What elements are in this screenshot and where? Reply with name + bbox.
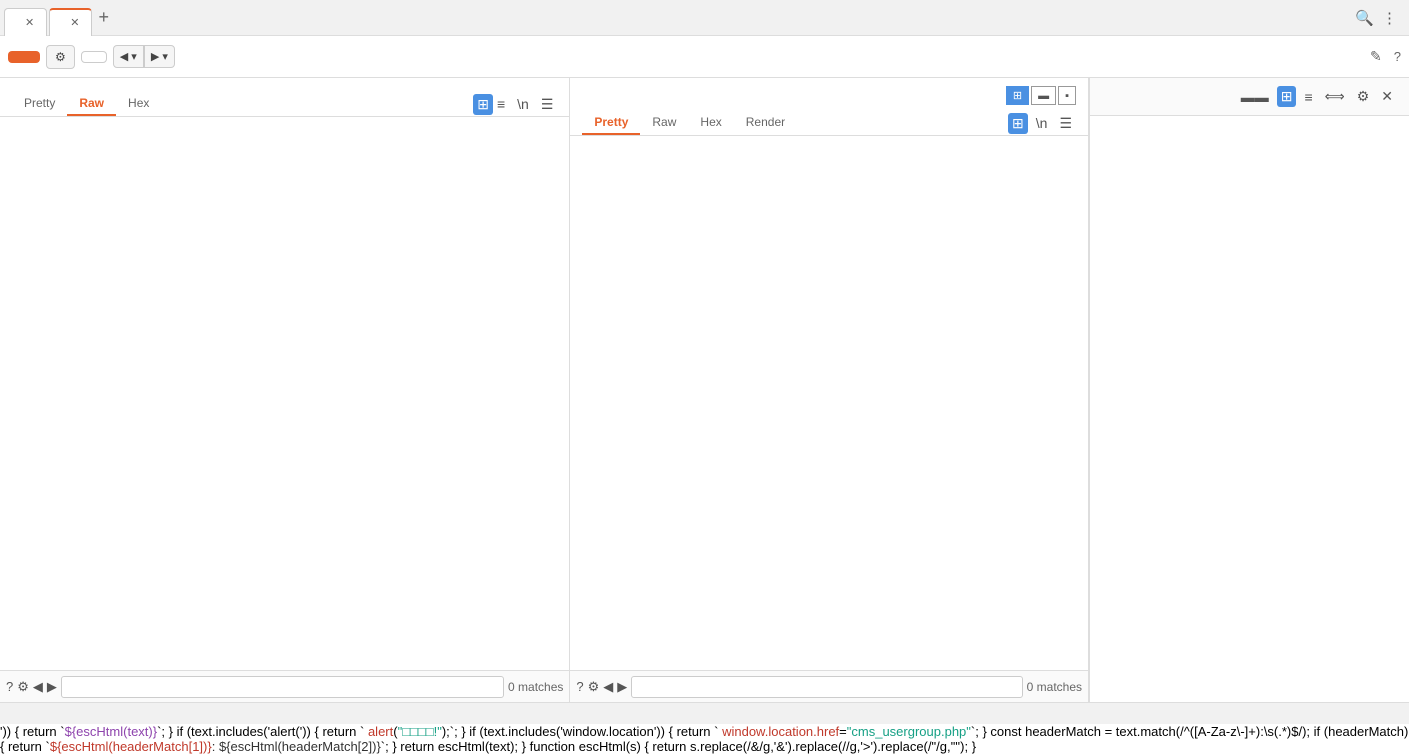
request-tab-pretty[interactable]: Pretty [12, 92, 67, 116]
cancel-button[interactable] [81, 51, 107, 63]
tab-2[interactable]: ✕ [49, 8, 92, 36]
edit-target-icon[interactable]: ✎ [1370, 48, 1382, 65]
request-panel: Pretty Raw Hex ⊞ ≡ \n ☰ ? ⚙ ◀ ▶ 0 matche… [0, 78, 570, 702]
inspector-header: ▬▬ ⊞ ≡ ⟺ ⚙ ✕ [1090, 78, 1409, 116]
response-view-toggle[interactable]: ⊞ [1008, 113, 1028, 134]
response-code-area[interactable] [570, 136, 1088, 670]
response-panel: ⊞ ▬ ▪ Pretty Raw Hex Render ⊞ \n ☰ ? ⚙ [570, 78, 1089, 702]
inspector-sort[interactable]: ≡ [1300, 86, 1316, 107]
menu-icon[interactable]: ⋮ [1382, 9, 1397, 27]
tab-2-close[interactable]: ✕ [70, 16, 79, 29]
tab-1[interactable]: ✕ [4, 8, 47, 36]
response-tabs: Pretty Raw Hex Render ⊞ \n ☰ [582, 111, 1076, 135]
response-ln-toggle[interactable]: \n [1032, 113, 1052, 133]
request-search-next[interactable]: ▶ [47, 679, 57, 695]
send-button[interactable] [8, 51, 40, 63]
inspector-close[interactable]: ✕ [1377, 86, 1397, 107]
inspector-settings[interactable]: ⚙ [1353, 86, 1374, 107]
status-bar [0, 702, 1409, 724]
request-tab-hex[interactable]: Hex [116, 92, 161, 116]
response-view-single[interactable]: ▬ [1031, 86, 1056, 105]
request-view-toggle-split[interactable]: ⊞ [473, 94, 493, 115]
request-search-help[interactable]: ? [6, 679, 13, 694]
response-search-settings[interactable]: ⚙ [588, 679, 600, 695]
settings-button[interactable]: ⚙ [46, 45, 75, 69]
request-more-options[interactable]: ☰ [537, 94, 558, 115]
response-search-bar: ? ⚙ ◀ ▶ 0 matches [570, 670, 1088, 702]
response-panel-header: ⊞ ▬ ▪ Pretty Raw Hex Render ⊞ \n ☰ [570, 78, 1088, 136]
nav-back-button[interactable]: ◀ ▾ [113, 45, 144, 68]
help-icon[interactable]: ? [1394, 49, 1401, 64]
request-matches-label: 0 matches [508, 680, 563, 694]
request-tab-raw[interactable]: Raw [67, 92, 116, 116]
response-search-prev[interactable]: ◀ [603, 679, 613, 695]
response-search-help[interactable]: ? [576, 679, 583, 694]
nav-forward-button[interactable]: ▶ ▾ [144, 45, 175, 68]
search-icon[interactable]: 🔍 [1355, 9, 1374, 27]
response-matches-label: 0 matches [1027, 680, 1082, 694]
inspector-panel: ▬▬ ⊞ ≡ ⟺ ⚙ ✕ [1089, 78, 1409, 702]
request-panel-header: Pretty Raw Hex ⊞ ≡ \n ☰ [0, 78, 569, 117]
response-view-split[interactable]: ⊞ [1006, 86, 1029, 105]
response-search-next[interactable]: ▶ [617, 679, 627, 695]
inspector-view-grid[interactable]: ⊞ [1277, 86, 1297, 107]
request-search-prev[interactable]: ◀ [33, 679, 43, 695]
request-search-input[interactable] [61, 676, 504, 698]
new-tab-button[interactable]: + [98, 7, 109, 28]
tab-1-close[interactable]: ✕ [25, 16, 34, 29]
request-code-area[interactable] [0, 117, 569, 670]
response-tab-hex[interactable]: Hex [688, 111, 733, 135]
response-more-options[interactable]: ☰ [1055, 113, 1076, 134]
inspector-filter[interactable]: ⟺ [1321, 86, 1349, 107]
request-view-toggle-wrap[interactable]: ≡ [493, 94, 509, 115]
request-ln-toggle[interactable]: \n [513, 94, 533, 114]
main-area: Pretty Raw Hex ⊞ ≡ \n ☰ ? ⚙ ◀ ▶ 0 matche… [0, 78, 1409, 702]
response-tab-render[interactable]: Render [734, 111, 797, 135]
response-tab-raw[interactable]: Raw [640, 111, 688, 135]
target-info: ✎ [1354, 48, 1382, 65]
request-search-settings[interactable]: ⚙ [17, 679, 29, 695]
toolbar: ⚙ ◀ ▾ ▶ ▾ ✎ ? [0, 36, 1409, 78]
inspector-view-list[interactable]: ▬▬ [1237, 86, 1273, 107]
response-view-stacked[interactable]: ▪ [1058, 86, 1076, 105]
response-search-input[interactable] [631, 676, 1022, 698]
request-search-bar: ? ⚙ ◀ ▶ 0 matches [0, 670, 569, 702]
tab-bar: ✕ ✕ + 🔍 ⋮ [0, 0, 1409, 36]
response-tab-pretty[interactable]: Pretty [582, 111, 640, 135]
request-tabs: Pretty Raw Hex ⊞ ≡ \n ☰ [12, 92, 557, 116]
